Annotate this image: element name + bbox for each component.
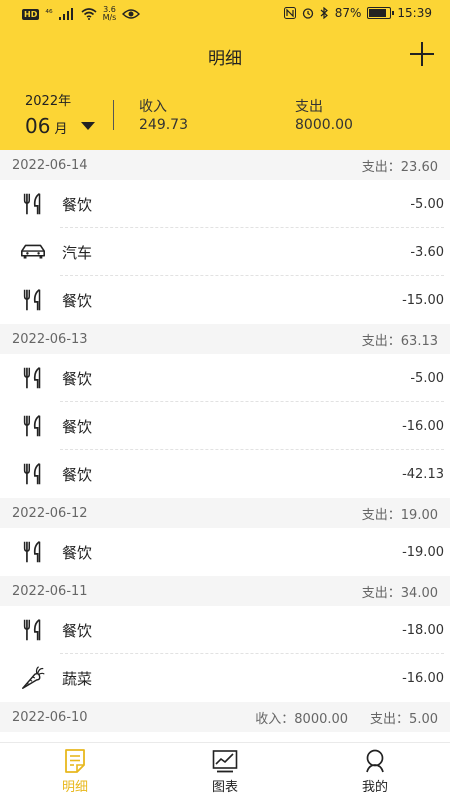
- category-name: 餐饮: [62, 195, 93, 214]
- expense-label: 支出: [295, 99, 323, 115]
- month-picker[interactable]: 06 月: [25, 114, 96, 138]
- utensils-icon: [18, 459, 48, 489]
- category-name: 汽车: [62, 243, 93, 262]
- day-income: 收入：8000.00: [255, 711, 349, 727]
- alarm-icon: [302, 8, 313, 19]
- tab-chart[interactable]: 图表: [150, 743, 300, 800]
- day-header: 2022-06-12 支出：19.00: [0, 498, 450, 528]
- expense-value: 8000.00: [295, 117, 353, 133]
- record-item[interactable]: 餐饮 -16.00: [0, 402, 450, 450]
- record-amount: -42.13: [402, 466, 444, 482]
- day-date: 2022-06-10: [12, 709, 88, 725]
- signal-tag: ⁴⁶: [45, 9, 53, 19]
- wifi-icon: [81, 8, 97, 20]
- page-title: 明细: [208, 49, 242, 69]
- status-right: 87% 15:39: [283, 6, 432, 20]
- record-amount: -5.00: [410, 370, 444, 386]
- tab-notes[interactable]: 明细: [0, 743, 150, 800]
- record-amount: -18.00: [402, 622, 444, 638]
- carrot-icon: [18, 663, 48, 693]
- utensils-icon: [18, 189, 48, 219]
- record-amount: -16.00: [402, 418, 444, 434]
- tab-label: 我的: [361, 780, 388, 795]
- category-name: 餐饮: [62, 417, 93, 436]
- month-unit: 月: [54, 122, 68, 137]
- record-item[interactable]: 餐饮 -15.00: [0, 276, 450, 324]
- category-name: 餐饮: [62, 369, 93, 388]
- category-name: 餐饮: [62, 465, 93, 484]
- record-amount: -15.00: [402, 292, 444, 308]
- day-date: 2022-06-12: [12, 505, 88, 521]
- bottom-tab-bar: 明细 图表 我的: [0, 742, 450, 800]
- battery-percent: 87%: [334, 6, 362, 20]
- eye-icon: [122, 9, 141, 19]
- status-left: HD ⁴⁶ 3.6 M/s: [22, 5, 141, 22]
- utensils-icon: [18, 363, 48, 393]
- day-header: 2022-06-13 支出：63.13: [0, 324, 450, 354]
- record-item[interactable]: 餐饮 -5.00: [0, 180, 450, 228]
- income-value: 249.73: [139, 117, 188, 133]
- record-amount: -5.00: [410, 196, 444, 212]
- battery-icon: [367, 7, 395, 19]
- tab-label: 明细: [61, 780, 88, 795]
- record-amount: -3.60: [410, 244, 444, 260]
- category-name: 餐饮: [62, 621, 93, 640]
- record-list[interactable]: 2022-06-14 支出：23.60 餐饮 -5.00 汽车 -3.60 餐饮 -15.00…: [0, 150, 450, 742]
- car-icon: [18, 237, 48, 267]
- utensils-icon: [18, 615, 48, 645]
- chart-icon: [212, 748, 238, 774]
- utensils-icon: [18, 285, 48, 315]
- record-item[interactable]: 餐饮 -5.00: [0, 354, 450, 402]
- day-expense: 支出：5.00: [370, 711, 438, 727]
- add-record-button[interactable]: [410, 42, 434, 66]
- day-header: 2022-06-10 收入：8000.00 支出：5.00: [0, 702, 450, 732]
- day-header: 2022-06-14 支出：23.60: [0, 150, 450, 180]
- day-expense: 支出：23.60: [361, 159, 438, 175]
- clock: 15:39: [397, 6, 432, 20]
- nfc-icon: [283, 7, 296, 19]
- category-name: 餐饮: [62, 543, 93, 562]
- year-label: 2022年: [25, 94, 72, 109]
- day-date: 2022-06-14: [12, 157, 88, 173]
- month-value: 06: [25, 114, 51, 138]
- user-icon: [362, 748, 388, 774]
- network-speed: 3.6 M/s: [102, 5, 117, 22]
- record-item[interactable]: 蔬菜 -16.00: [0, 654, 450, 702]
- income-label: 收入: [139, 99, 167, 115]
- utensils-icon: [18, 537, 48, 567]
- header-bar: HD ⁴⁶ 3.6 M/s 87% 15:39 明细 2022年 06 月 收入 …: [0, 0, 450, 150]
- status-bar: HD ⁴⁶ 3.6 M/s 87% 15:39: [0, 0, 450, 28]
- notes-icon: [62, 748, 88, 774]
- record-item[interactable]: 餐饮 -19.00: [0, 528, 450, 576]
- utensils-icon: [18, 411, 48, 441]
- signal-icon: [58, 8, 73, 20]
- category-name: 餐饮: [62, 291, 93, 310]
- record-amount: -16.00: [402, 670, 444, 686]
- day-expense: 支出：63.13: [361, 333, 438, 349]
- day-date: 2022-06-11: [12, 583, 88, 599]
- day-date: 2022-06-13: [12, 331, 88, 347]
- caret-down-icon: [81, 122, 96, 130]
- category-name: 蔬菜: [62, 669, 93, 688]
- day-expense: 支出：34.00: [361, 585, 438, 601]
- header-divider: [113, 100, 114, 130]
- record-item[interactable]: 餐饮 -18.00: [0, 606, 450, 654]
- day-header: 2022-06-11 支出：34.00: [0, 576, 450, 606]
- hd-badge: HD: [22, 8, 40, 20]
- tab-label: 图表: [211, 780, 238, 795]
- day-expense: 支出：19.00: [361, 507, 438, 523]
- tab-user[interactable]: 我的: [300, 743, 450, 800]
- bluetooth-icon: [320, 7, 328, 19]
- record-item[interactable]: 汽车 -3.60: [0, 228, 450, 276]
- record-item[interactable]: 餐饮 -42.13: [0, 450, 450, 498]
- record-amount: -19.00: [402, 544, 444, 560]
